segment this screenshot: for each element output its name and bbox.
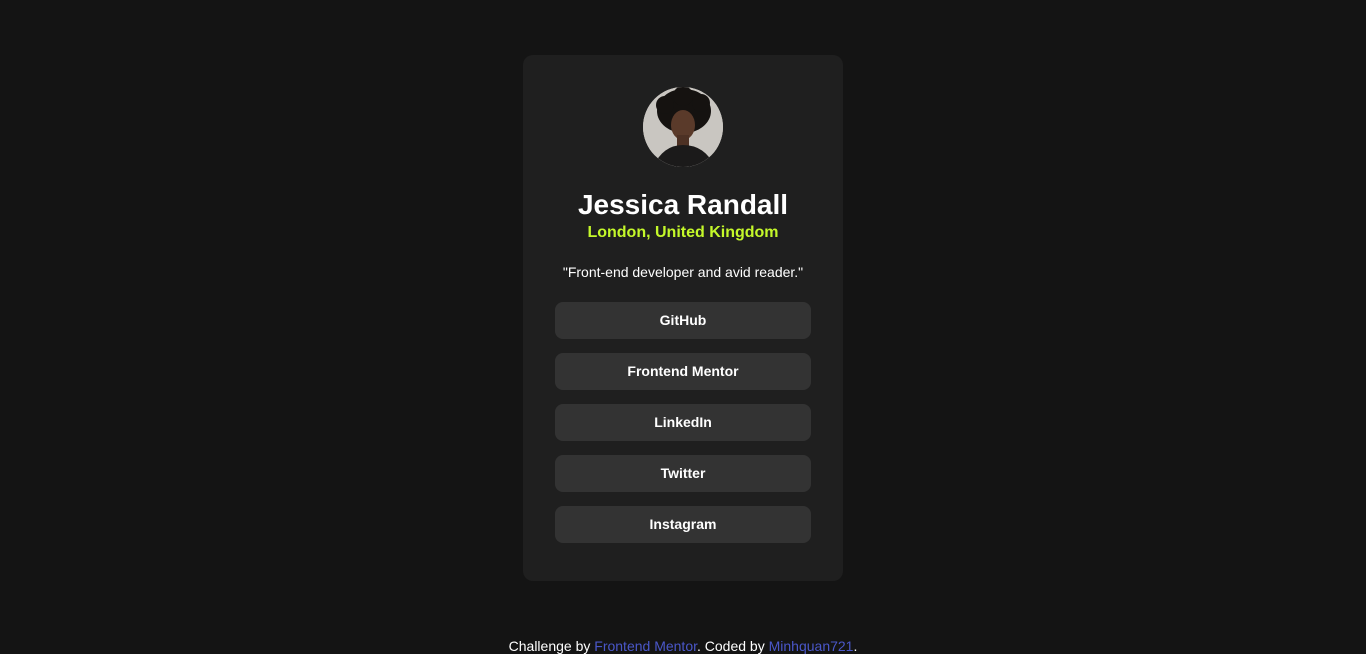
instagram-link-button[interactable]: Instagram <box>555 506 811 543</box>
page: Jessica Randall London, United Kingdom "… <box>0 0 1366 654</box>
profile-name: Jessica Randall <box>577 189 789 220</box>
avatar <box>643 87 723 167</box>
attribution-footer: Challenge by Frontend Mentor. Coded by M… <box>0 636 1366 654</box>
footer-middle: . Coded by <box>697 638 769 654</box>
author-footer-link[interactable]: Minhquan721 <box>769 638 854 654</box>
profile-location: London, United Kingdom <box>587 224 779 241</box>
linkedin-link-button[interactable]: LinkedIn <box>555 404 811 441</box>
github-link-button[interactable]: GitHub <box>555 302 811 339</box>
frontend-mentor-footer-link[interactable]: Frontend Mentor <box>594 638 697 654</box>
footer-prefix: Challenge by <box>508 638 595 654</box>
profile-card: Jessica Randall London, United Kingdom "… <box>523 55 843 581</box>
footer-suffix: . <box>853 638 858 654</box>
social-links: GitHub Frontend Mentor LinkedIn Twitter … <box>555 302 811 543</box>
profile-bio: "Front-end developer and avid reader." <box>562 264 804 280</box>
frontend-mentor-link-button[interactable]: Frontend Mentor <box>555 353 811 390</box>
twitter-link-button[interactable]: Twitter <box>555 455 811 492</box>
avatar-photo-icon <box>643 87 723 167</box>
